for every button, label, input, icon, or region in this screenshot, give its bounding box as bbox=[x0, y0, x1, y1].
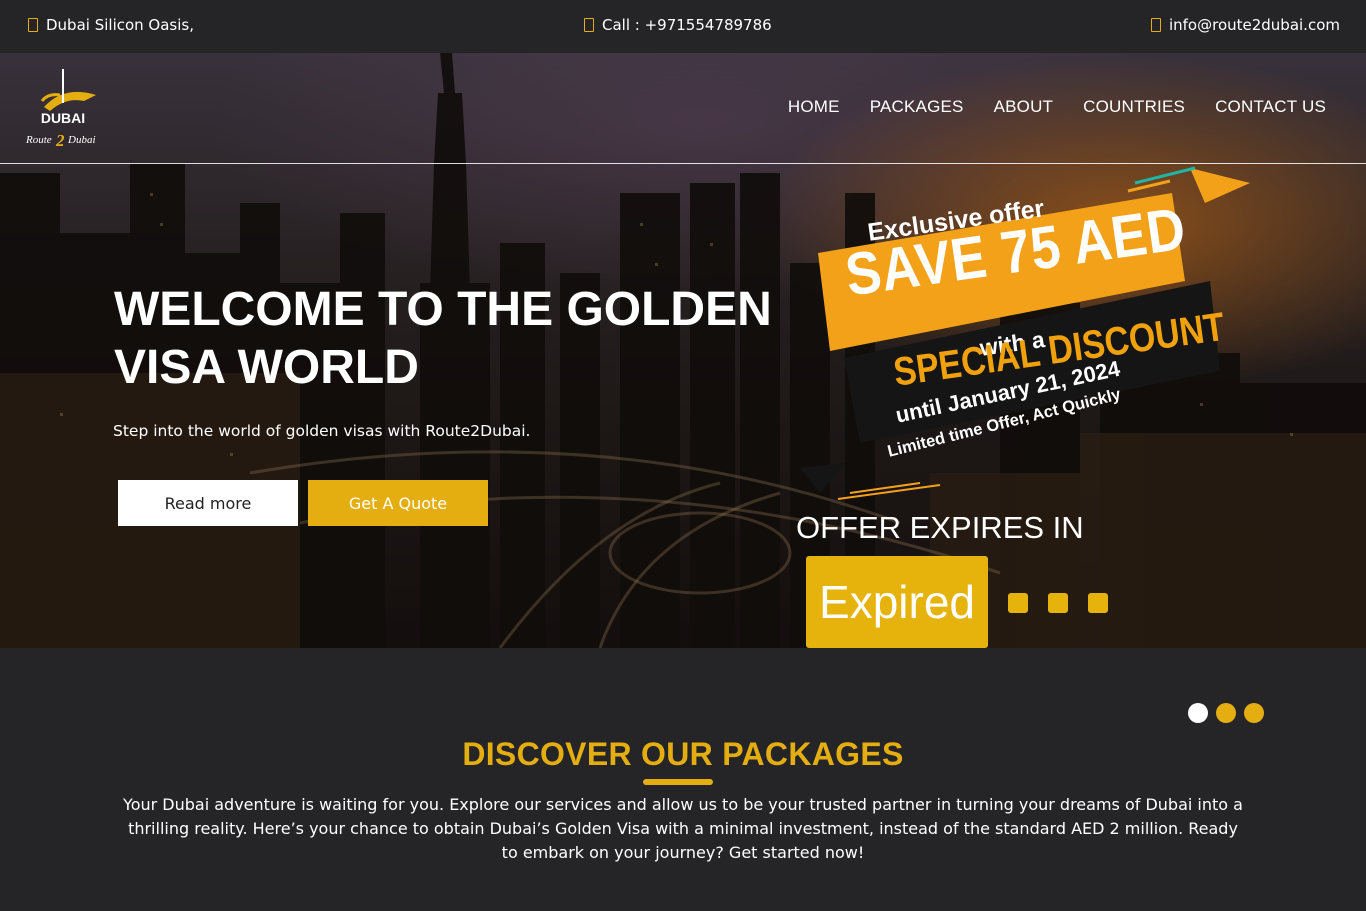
slider-dot-2[interactable] bbox=[1216, 703, 1236, 723]
email-text[interactable]: info@route2dubai.com bbox=[1169, 16, 1340, 34]
packages-heading: DISCOVER OUR PACKAGES bbox=[462, 736, 904, 772]
map-marker-icon bbox=[28, 18, 38, 32]
countdown-dot bbox=[1008, 593, 1028, 613]
countdown-dot bbox=[1048, 593, 1068, 613]
phone-info[interactable]: Call : +971554789786 bbox=[584, 16, 772, 34]
hero-subtitle: Step into the world of golden visas with… bbox=[113, 422, 531, 440]
nav-contact-us[interactable]: CONTACT US bbox=[1215, 97, 1326, 117]
nav-packages[interactable]: PACKAGES bbox=[870, 97, 964, 117]
phone-text[interactable]: Call : +971554789786 bbox=[602, 16, 772, 34]
hero-section: DUBAI Route 2 Dubai HOME PACKAGES ABOUT … bbox=[0, 53, 1366, 648]
countdown-dot bbox=[1088, 593, 1108, 613]
phone-icon bbox=[584, 18, 594, 32]
get-a-quote-button[interactable]: Get A Quote bbox=[308, 480, 488, 526]
nav-countries[interactable]: COUNTRIES bbox=[1083, 97, 1185, 117]
svg-text:DUBAI: DUBAI bbox=[41, 110, 85, 126]
countdown-expired-box: Expired bbox=[806, 556, 988, 648]
svg-text:Route: Route bbox=[25, 134, 52, 146]
slider-dot-1-active[interactable] bbox=[1188, 703, 1208, 723]
envelope-icon bbox=[1150, 18, 1161, 32]
main-navbar: DUBAI Route 2 Dubai HOME PACKAGES ABOUT … bbox=[0, 53, 1366, 164]
slider-dot-3[interactable] bbox=[1244, 703, 1264, 723]
heading-underline bbox=[643, 779, 713, 785]
read-more-button[interactable]: Read more bbox=[118, 480, 298, 526]
packages-description: Your Dubai adventure is waiting for you.… bbox=[123, 795, 1243, 862]
svg-text:Dubai: Dubai bbox=[67, 134, 96, 146]
offer-expires-title: OFFER EXPIRES IN bbox=[796, 510, 1084, 545]
top-info-bar: Dubai Silicon Oasis, Call : +97155478978… bbox=[0, 0, 1366, 53]
email-info[interactable]: info@route2dubai.com bbox=[1150, 16, 1340, 34]
location-text: Dubai Silicon Oasis, bbox=[46, 16, 194, 34]
nav-about[interactable]: ABOUT bbox=[994, 97, 1054, 117]
nav-home[interactable]: HOME bbox=[788, 97, 840, 117]
svg-text:2: 2 bbox=[55, 131, 65, 149]
nav-menu: HOME PACKAGES ABOUT COUNTRIES CONTACT US bbox=[788, 97, 1326, 117]
route2dubai-logo[interactable]: DUBAI Route 2 Dubai bbox=[24, 67, 108, 149]
hero-title: WELCOME TO THE GOLDEN VISA WORLD bbox=[114, 283, 772, 394]
location-info: Dubai Silicon Oasis, bbox=[28, 16, 194, 34]
